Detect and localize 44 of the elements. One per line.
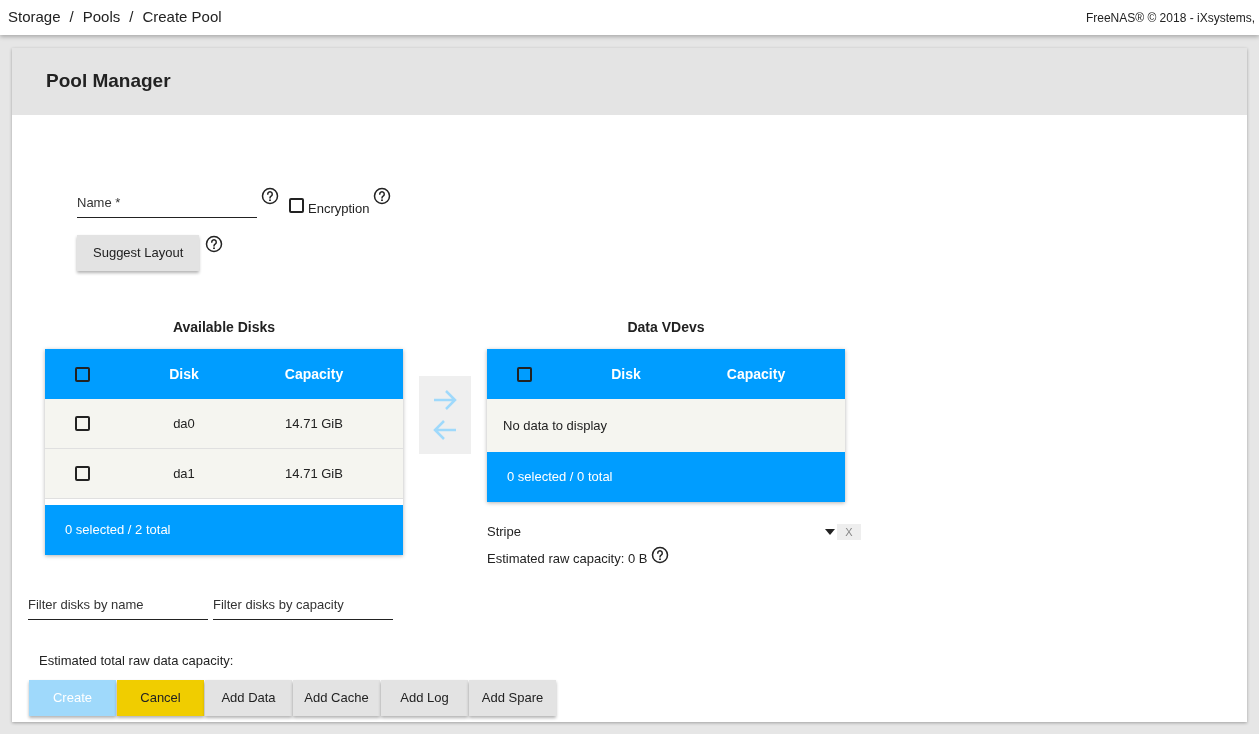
breadcrumb-link[interactable]: Storage: [8, 6, 61, 29]
help-icon[interactable]: [205, 235, 224, 253]
breadcrumb-separator: /: [129, 7, 134, 28]
dropdown-caret-icon[interactable]: [825, 528, 835, 535]
disk-row[interactable]: da1 14.71 GiB: [45, 449, 403, 499]
column-header: Disk: [168, 365, 200, 384]
breadcrumb-separator: /: [69, 7, 74, 28]
column-header: Disk: [610, 365, 642, 384]
breadcrumb-link[interactable]: Pools: [82, 6, 121, 29]
table-cell-text: da1: [172, 464, 196, 483]
filter-field[interactable]: Filter disks by name: [28, 591, 208, 620]
suggest-layout-button[interactable]: Suggest Layout: [77, 235, 200, 271]
total-capacity-text: Estimated total raw data capacity:: [39, 651, 235, 670]
vdev-type-select[interactable]: Stripe: [487, 522, 825, 542]
checkbox[interactable]: [516, 366, 532, 382]
table-footer: 0 selected / 2 total: [45, 505, 403, 555]
filter-field[interactable]: Filter disks by capacity: [213, 591, 393, 620]
table-cell-text: 14.71 GiB: [284, 464, 344, 483]
help-icon[interactable]: [261, 187, 279, 205]
checkbox[interactable]: [74, 416, 90, 431]
table-title: Data VDevs: [626, 318, 706, 337]
table-title: Available Disks: [171, 318, 277, 337]
encryption-label: Encryption: [308, 200, 370, 218]
name-field[interactable]: Name *: [77, 189, 257, 218]
column-header: Capacity: [725, 365, 787, 384]
estimated-capacity-text: Estimated raw capacity: 0 B: [487, 549, 648, 568]
table-footer: 0 selected / 0 total: [487, 452, 845, 502]
action-button[interactable]: Add Log: [381, 680, 468, 716]
help-icon[interactable]: [651, 545, 670, 564]
action-button[interactable]: Add Cache: [293, 680, 380, 716]
action-button[interactable]: Add Data: [205, 680, 292, 716]
action-button[interactable]: Cancel: [117, 680, 204, 716]
action-button[interactable]: Add Spare: [469, 680, 556, 716]
checkbox[interactable]: [74, 466, 90, 481]
checkbox[interactable]: [289, 198, 304, 214]
column-header: Capacity: [283, 365, 345, 384]
help-icon[interactable]: [373, 187, 392, 205]
empty-message: No data to display: [503, 416, 608, 435]
card-title: Pool Manager: [46, 69, 171, 94]
checkbox[interactable]: [74, 366, 90, 382]
disk-row[interactable]: da0 14.71 GiB: [45, 399, 403, 449]
copyright-text: FreeNAS® © 2018 - iXsystems,: [1085, 9, 1255, 27]
table-cell-text: 14.71 GiB: [284, 414, 344, 433]
table-cell-text: da0: [172, 414, 196, 433]
